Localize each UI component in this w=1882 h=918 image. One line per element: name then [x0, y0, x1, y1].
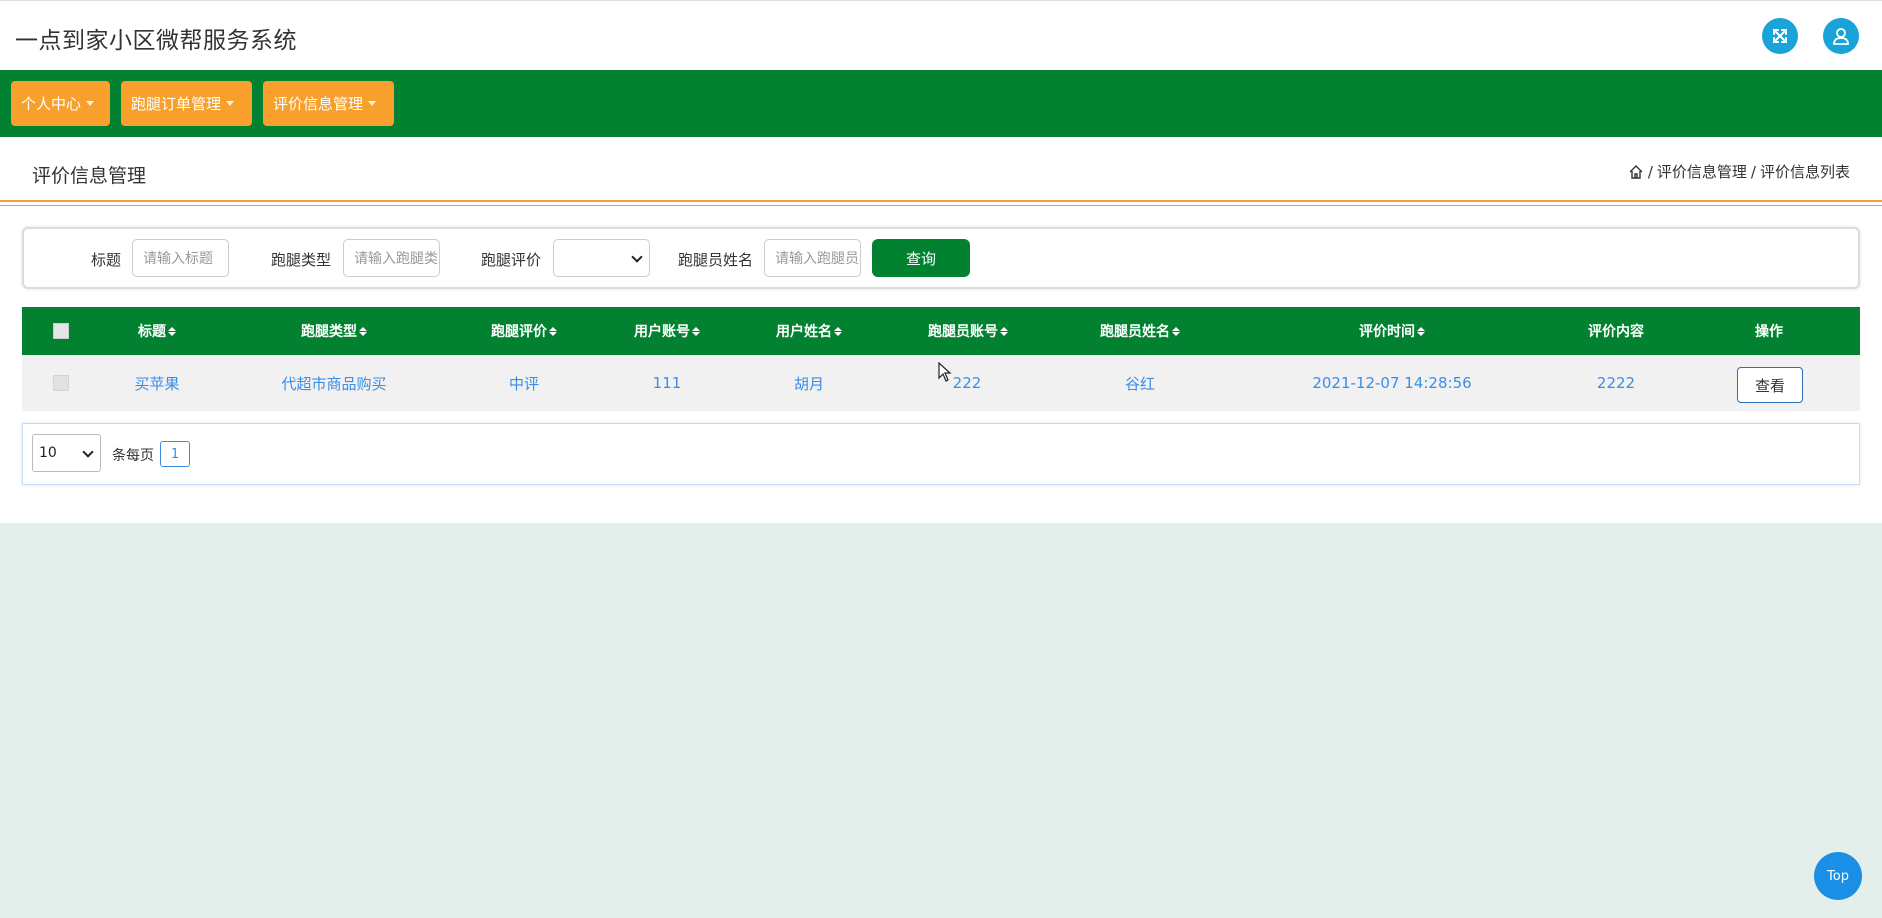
col-content: 评价内容: [1588, 307, 1644, 355]
page-number-1[interactable]: 1: [160, 441, 190, 467]
col-label: 标题: [138, 324, 166, 340]
col-label: 用户姓名: [776, 324, 832, 340]
user-button[interactable]: [1823, 18, 1859, 54]
col-user-account[interactable]: 用户账号: [634, 307, 700, 355]
per-page-label: 条每页: [112, 448, 154, 464]
caret-down-icon: [86, 101, 95, 106]
cell-user-name: 胡月: [793, 374, 825, 393]
col-action: 操作: [1755, 307, 1783, 355]
col-label: 跑腿评价: [491, 324, 547, 340]
caret-down-icon: [226, 101, 235, 106]
divider-line: [0, 205, 1882, 206]
breadcrumb: / 评价信息管理 / 评价信息列表: [1628, 161, 1850, 182]
query-button[interactable]: 查询: [872, 239, 970, 277]
cell-time: 2021-12-07 14:28:56: [1312, 374, 1472, 392]
cell-rating: 中评: [508, 374, 540, 393]
chevron-down-icon: [631, 251, 643, 263]
cell-type: 代超市商品购买: [281, 374, 387, 393]
page-size-value: 10: [39, 445, 57, 461]
nav-label: 跑腿订单管理: [131, 95, 222, 113]
sort-icon: [168, 326, 176, 336]
sort-icon: [1000, 326, 1008, 336]
col-runner-account[interactable]: 跑腿员账号: [928, 307, 1008, 355]
main-navbar: 个人中心 跑腿订单管理 评价信息管理: [0, 70, 1882, 137]
breadcrumb-separator: /: [1750, 162, 1756, 181]
runner-name-label: 跑腿员姓名: [678, 251, 754, 269]
caret-down-icon: [368, 101, 377, 106]
search-form: 标题 请输入标题 跑腿类型 请输入跑腿类型 跑腿评价 跑腿员姓名 请输入跑腿员姓…: [22, 227, 1860, 289]
cell-user-account: 111: [652, 374, 682, 392]
view-button[interactable]: 查看: [1737, 367, 1803, 403]
sort-icon: [359, 326, 367, 336]
chevron-down-icon: [82, 446, 94, 458]
col-rating[interactable]: 跑腿评价: [491, 307, 557, 355]
col-label: 跑腿员姓名: [1100, 324, 1170, 340]
back-to-top-button[interactable]: Top: [1814, 852, 1862, 900]
nav-personal-center[interactable]: 个人中心: [11, 81, 110, 126]
page-size-select[interactable]: 10: [32, 434, 101, 472]
sort-icon: [1417, 326, 1425, 336]
rating-label: 跑腿评价: [481, 251, 542, 269]
col-type[interactable]: 跑腿类型: [301, 307, 367, 355]
cell-content: 2222: [1596, 374, 1636, 392]
row-checkbox[interactable]: [53, 375, 69, 391]
cell-title: 买苹果: [134, 374, 180, 393]
home-icon[interactable]: [1628, 164, 1644, 180]
col-label: 评价时间: [1359, 324, 1415, 340]
runner-name-input[interactable]: 请输入跑腿员姓名: [764, 239, 861, 277]
content-area: 评价信息管理 / 评价信息管理 / 评价信息列表 标题 请输入标题 跑腿类型 请…: [0, 137, 1882, 523]
nav-errand-orders[interactable]: 跑腿订单管理: [121, 81, 252, 126]
nav-review-management[interactable]: 评价信息管理: [263, 81, 394, 126]
sort-icon: [549, 326, 557, 336]
col-label: 跑腿类型: [301, 324, 357, 340]
breadcrumb-level1[interactable]: 评价信息管理: [1657, 161, 1747, 182]
user-icon: [1833, 28, 1849, 45]
sort-icon: [834, 326, 842, 336]
divider-line: [0, 200, 1882, 202]
cell-runner-account: 222: [952, 374, 982, 392]
title-label: 标题: [91, 251, 122, 269]
select-all-checkbox[interactable]: [53, 323, 69, 339]
col-label: 操作: [1755, 324, 1783, 340]
nav-label: 评价信息管理: [273, 95, 364, 113]
type-label: 跑腿类型: [271, 251, 332, 269]
col-runner-name[interactable]: 跑腿员姓名: [1100, 307, 1180, 355]
col-label: 用户账号: [634, 324, 690, 340]
expand-icon: [1773, 29, 1787, 43]
sort-icon: [692, 326, 700, 336]
col-label: 评价内容: [1588, 324, 1644, 340]
pagination: 10 条每页 1: [22, 423, 1860, 485]
cell-runner-name: 谷红: [1124, 374, 1156, 393]
fullscreen-button[interactable]: [1762, 18, 1798, 54]
table-header: 标题 跑腿类型 跑腿评价 用户账号 用户姓名 跑腿员账号 跑腿员姓名 评价时间 …: [22, 307, 1860, 355]
title-input[interactable]: 请输入标题: [132, 239, 229, 277]
breadcrumb-separator: /: [1647, 162, 1653, 181]
rating-select[interactable]: [553, 239, 650, 277]
col-time[interactable]: 评价时间: [1359, 307, 1425, 355]
page-title: 评价信息管理: [32, 165, 147, 187]
nav-label: 个人中心: [21, 95, 82, 113]
top-header: 一点到家小区微帮服务系统: [0, 0, 1882, 70]
type-input[interactable]: 请输入跑腿类型: [343, 239, 440, 277]
breadcrumb-level2: 评价信息列表: [1759, 163, 1850, 181]
mouse-cursor-icon: [938, 362, 952, 382]
app-title: 一点到家小区微帮服务系统: [15, 28, 297, 54]
sort-icon: [1172, 326, 1180, 336]
col-user-name[interactable]: 用户姓名: [776, 307, 842, 355]
col-title[interactable]: 标题: [138, 307, 176, 355]
col-label: 跑腿员账号: [928, 324, 998, 340]
